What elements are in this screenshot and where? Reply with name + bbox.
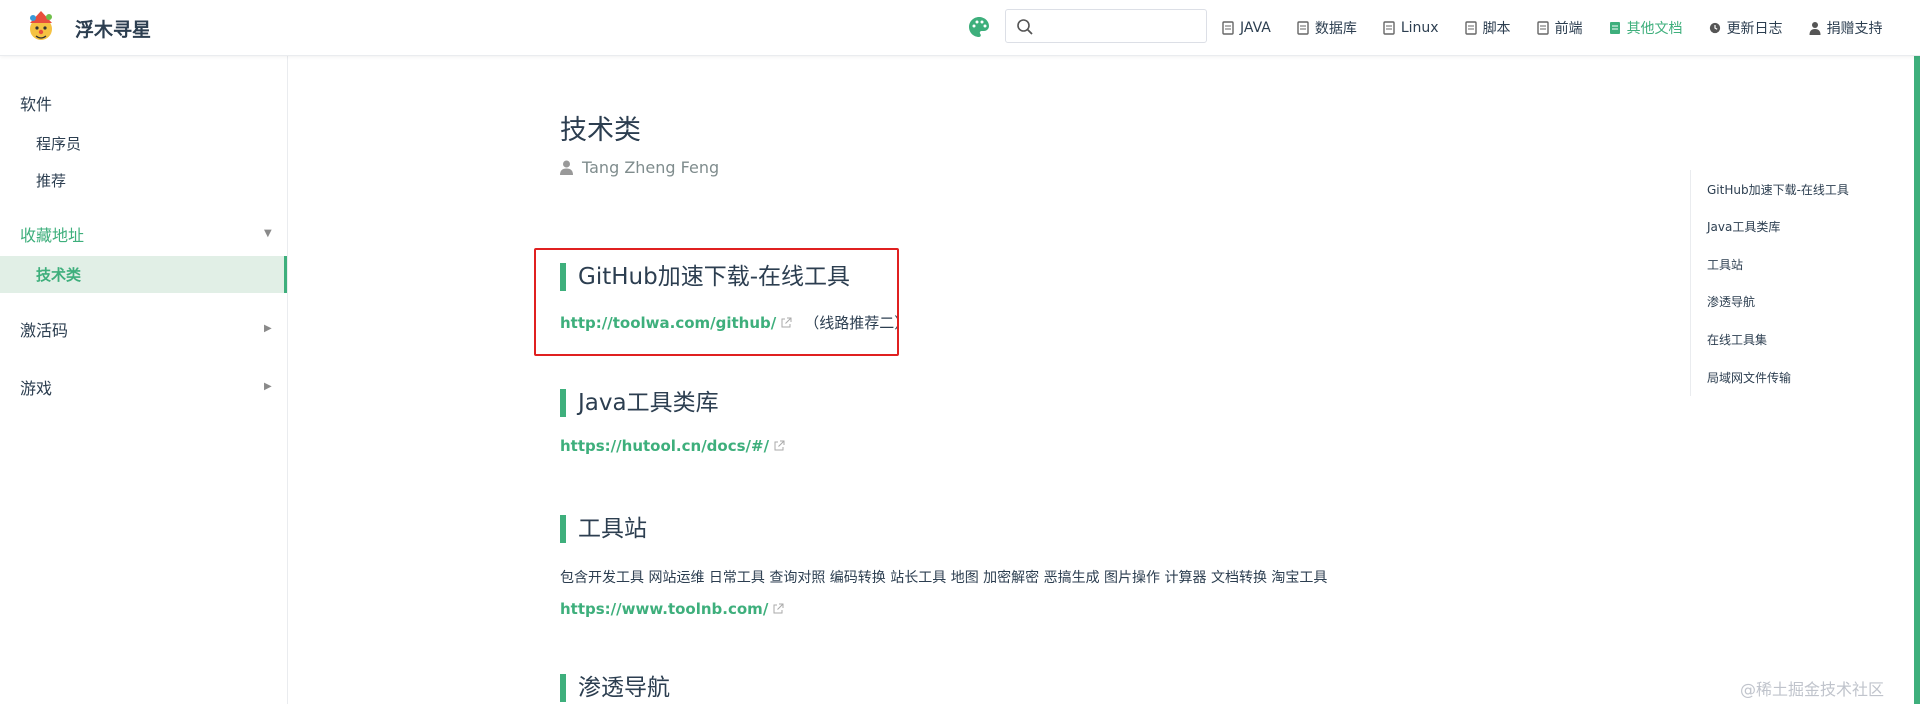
nav-link-label: 捐赠支持 <box>1826 21 1883 37</box>
main-content: 技术类 Tang Zheng Feng GitHub加速下载-在线工具 http… <box>288 56 1920 704</box>
sidebar-group-activation[interactable]: 激活码 <box>20 317 68 341</box>
section-heading-pentest[interactable]: 渗透导航 <box>560 674 670 702</box>
sidebar-item-tech[interactable]: 技术类 <box>36 264 81 285</box>
nav-link-java[interactable]: JAVA <box>1222 20 1271 36</box>
toc-item[interactable]: GitHub加速下载-在线工具 <box>1707 181 1849 198</box>
toc-item[interactable]: 在线工具集 <box>1707 331 1767 348</box>
external-link-icon <box>774 440 785 451</box>
search-icon <box>1017 19 1033 35</box>
nav-link-database[interactable]: 数据库 <box>1297 18 1357 38</box>
doc-icon <box>1464 21 1477 35</box>
toc-item[interactable]: 工具站 <box>1707 256 1743 273</box>
clock-icon <box>1709 22 1720 34</box>
section-heading-toolsite[interactable]: 工具站 <box>560 515 647 543</box>
doc-icon <box>1609 22 1620 34</box>
nav-link-scripts[interactable]: 脚本 <box>1464 18 1511 38</box>
nav-link-label: 数据库 <box>1314 21 1357 37</box>
link-toolnb[interactable]: https://www.toolnb.com/ <box>560 600 784 618</box>
scrollbar[interactable] <box>1914 0 1920 704</box>
nav-link-changelog[interactable]: 更新日志 <box>1709 18 1783 38</box>
nav-link-label: 前端 <box>1554 21 1583 37</box>
nav-link-label: JAVA <box>1240 20 1271 36</box>
sidebar: 软件 程序员 推荐 收藏地址 ▼ 技术类 激活码 ▶ 游戏 ▶ <box>0 56 288 704</box>
palette-icon[interactable] <box>967 15 991 39</box>
nav-link-donate[interactable]: 捐赠支持 <box>1809 18 1883 38</box>
nav-link-frontend[interactable]: 前端 <box>1536 18 1583 38</box>
user-icon <box>1809 22 1821 35</box>
doc-icon <box>1383 21 1395 35</box>
nav-link-other-docs[interactable]: 其他文档 <box>1609 18 1683 38</box>
section-heading-java[interactable]: Java工具类库 <box>560 389 719 417</box>
sidebar-item-programmer[interactable]: 程序员 <box>36 133 81 154</box>
link-hutool[interactable]: https://hutool.cn/docs/#/ <box>560 437 785 455</box>
table-of-contents: GitHub加速下载-在线工具 Java工具类库 工具站 渗透导航 在线工具集 … <box>1690 170 1890 396</box>
nav-link-label: Linux <box>1400 20 1439 36</box>
nav-link-label: 其他文档 <box>1626 21 1683 37</box>
user-icon <box>560 160 573 175</box>
sidebar-group-software[interactable]: 软件 <box>20 91 52 115</box>
external-link-icon <box>773 603 784 614</box>
navbar: 浮木寻星 JAVA 数据库 Linux 脚本 前端 其他文档 更新日志 捐赠支持 <box>0 0 1920 56</box>
site-name[interactable]: 浮木寻星 <box>75 15 151 42</box>
sidebar-group-games[interactable]: 游戏 <box>20 375 52 399</box>
caret-down-icon: ▼ <box>264 228 272 239</box>
site-logo[interactable] <box>24 9 58 45</box>
sidebar-group-bookmarks[interactable]: 收藏地址 <box>20 222 84 246</box>
link-text[interactable]: https://www.toolnb.com/ <box>560 600 768 618</box>
link-text[interactable]: https://hutool.cn/docs/#/ <box>560 437 769 455</box>
nav-link-label: 更新日志 <box>1726 21 1783 37</box>
author-name: Tang Zheng Feng <box>582 158 720 177</box>
search-input[interactable] <box>1005 9 1207 43</box>
author: Tang Zheng Feng <box>560 158 719 177</box>
doc-icon <box>1536 21 1549 35</box>
sidebar-item-recommend[interactable]: 推荐 <box>36 170 66 191</box>
toc-item[interactable]: 局域网文件传输 <box>1707 369 1791 386</box>
highlight-box <box>534 248 899 356</box>
watermark: @稀土掘金技术社区 <box>1739 680 1884 699</box>
nav-link-label: 脚本 <box>1482 21 1511 37</box>
nav-link-linux[interactable]: Linux <box>1383 20 1439 36</box>
nav-links: JAVA 数据库 Linux 脚本 前端 其他文档 更新日志 捐赠支持 <box>1222 0 1909 56</box>
page-title: 技术类 <box>560 115 641 146</box>
caret-right-icon: ▶ <box>264 323 272 334</box>
caret-right-icon: ▶ <box>264 381 272 392</box>
toc-item[interactable]: Java工具类库 <box>1707 218 1780 235</box>
toc-item[interactable]: 渗透导航 <box>1707 293 1755 310</box>
section-description: 包含开发工具 网站运维 日常工具 查询对照 编码转换 站长工具 地图 加密解密 … <box>560 570 1328 586</box>
doc-icon <box>1297 21 1309 35</box>
doc-icon <box>1222 21 1234 35</box>
